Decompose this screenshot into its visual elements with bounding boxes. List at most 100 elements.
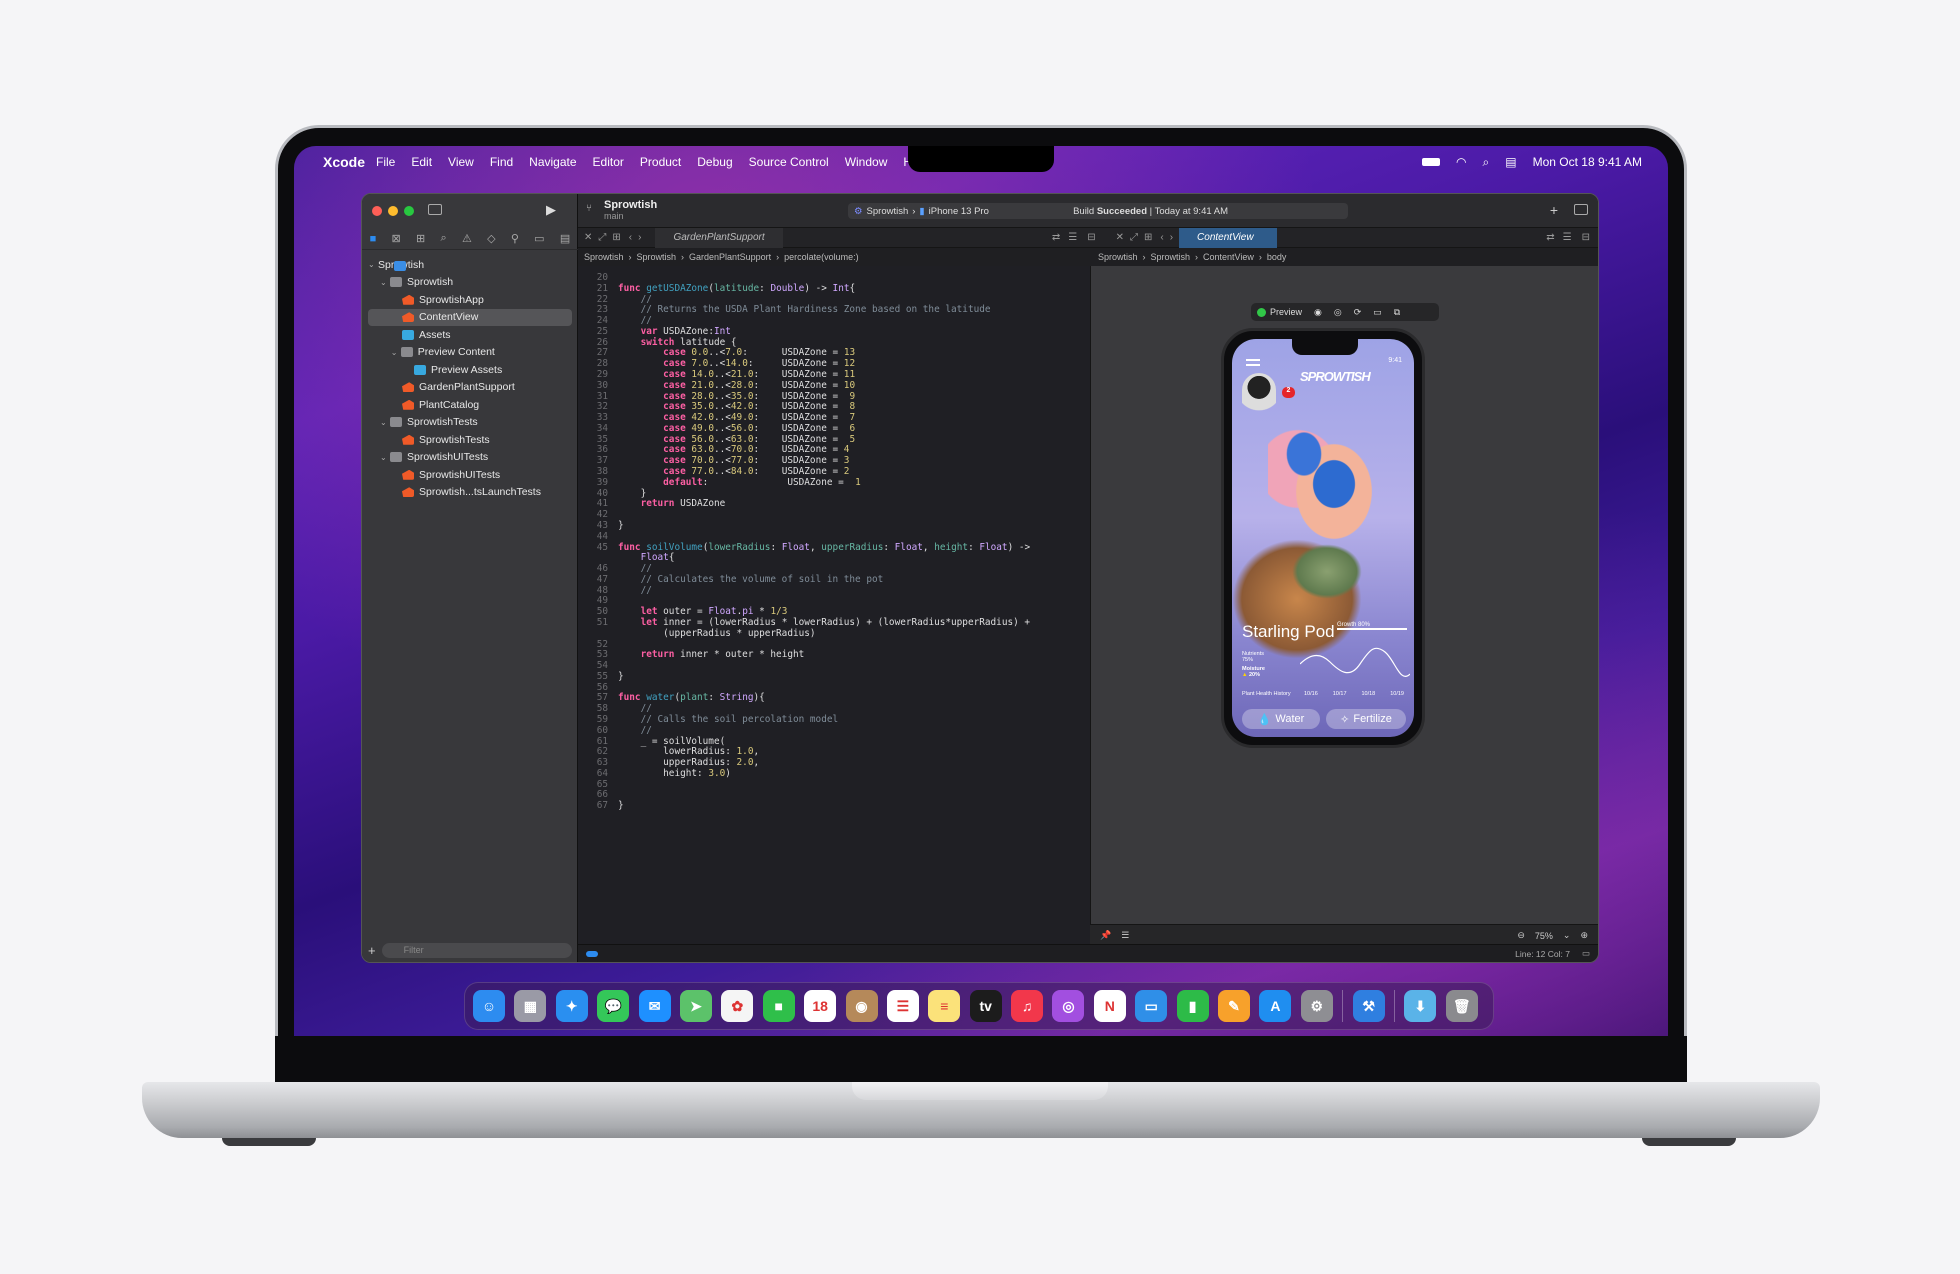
back-icon[interactable]: ‹	[629, 232, 632, 243]
folder-icon[interactable]: ■	[370, 233, 377, 245]
hamburger-menu-icon[interactable]	[1246, 359, 1260, 366]
dock-keynote-icon[interactable]: ▭	[1135, 990, 1168, 1022]
breadcrumb-item[interactable]: Sprowtish	[1098, 252, 1138, 262]
code-line[interactable]: // Returns the USDA Plant Hardiness Zone…	[618, 304, 991, 315]
dock-xcode-icon[interactable]: ⚒	[1352, 990, 1385, 1022]
fertilize-button[interactable]: ✧ Fertilize	[1326, 709, 1406, 729]
minimap-icon[interactable]: ☰	[1068, 232, 1077, 243]
menu-view[interactable]: View	[448, 155, 474, 169]
debug-icon[interactable]: ⚲	[511, 232, 519, 245]
code-line[interactable]: (upperRadius * upperRadius)	[618, 628, 815, 639]
code-line[interactable]: upperRadius: 2.0,	[618, 757, 759, 768]
dock-downloads-icon[interactable]: ⬇	[1404, 990, 1437, 1022]
file-tree-item[interactable]: SprowtishApp	[368, 291, 572, 309]
breakpoint-icon[interactable]: ▭	[534, 232, 544, 245]
code-line[interactable]: //	[618, 585, 652, 596]
add-icon[interactable]: +	[368, 943, 376, 958]
code-line[interactable]: func getUSDAZone(latitude: Double) -> In…	[618, 283, 855, 294]
tab-content-view[interactable]: ContentView	[1179, 227, 1278, 248]
code-line[interactable]: let inner = (lowerRadius * lowerRadius) …	[618, 617, 1030, 628]
code-line[interactable]: _ = soilVolume(	[618, 736, 726, 747]
code-line[interactable]: //	[618, 563, 652, 574]
dock-pages-icon[interactable]: ✎	[1218, 990, 1251, 1022]
code-editor[interactable]: 20 21 func getUSDAZone(latitude: Double) -…	[578, 266, 1090, 946]
tab-garden-plant-support[interactable]: GardenPlantSupport	[655, 227, 783, 248]
report-icon[interactable]: ▤	[560, 232, 570, 245]
code-line[interactable]: case 63.0..<70.0: USDAZone = 4	[618, 444, 849, 455]
file-tree-item[interactable]: PlantCatalog	[368, 396, 572, 414]
source-control-icon[interactable]: ⊠	[392, 232, 401, 245]
code-line[interactable]: default: USDAZone = 1	[618, 477, 861, 488]
activity-view[interactable]: ⚙ Sprowtish › ▮ iPhone 13 Pro Build Succe…	[848, 203, 1348, 219]
dock-notes-icon[interactable]: ≡	[928, 990, 961, 1022]
dock-calendar-icon[interactable]: 18	[804, 990, 837, 1022]
preview-label[interactable]: Preview	[1270, 307, 1302, 317]
disclosure-icon[interactable]: ⌄	[391, 348, 401, 357]
duplicate-icon[interactable]: ⧉	[1394, 307, 1400, 318]
expand-icon[interactable]: ⤢	[598, 232, 606, 243]
play-icon[interactable]: ◉	[1314, 307, 1322, 318]
file-tree-item[interactable]: Preview Assets	[368, 361, 572, 379]
find-icon[interactable]: ⌕	[441, 232, 447, 245]
grid-icon[interactable]: ⊞	[612, 232, 620, 243]
minimize-window-button[interactable]	[388, 206, 398, 216]
menu-edit[interactable]: Edit	[411, 155, 432, 169]
code-line[interactable]: }	[618, 671, 624, 682]
dock-mail-icon[interactable]: ✉	[638, 990, 671, 1022]
clock-text[interactable]: Mon Oct 18 9:41 AM	[1533, 155, 1642, 169]
split-icon[interactable]: ⊟	[1087, 232, 1095, 243]
dock-tv-icon[interactable]: tv	[969, 990, 1002, 1022]
code-line[interactable]: case 49.0..<56.0: USDAZone = 6	[618, 423, 855, 434]
refresh-icon[interactable]: ⇄	[1052, 232, 1060, 243]
back-icon[interactable]: ‹	[1160, 232, 1163, 243]
rotate-icon[interactable]: ⟳	[1354, 307, 1362, 318]
code-line[interactable]: //	[618, 703, 652, 714]
code-line[interactable]: let outer = Float.pi * 1/3	[618, 606, 788, 617]
code-line[interactable]: //	[618, 294, 652, 305]
symbol-icon[interactable]: ⊞	[416, 232, 425, 245]
menu-app-name[interactable]: Xcode	[323, 146, 365, 178]
project-title[interactable]: Sprowtish main	[604, 199, 657, 221]
breadcrumb-item[interactable]: Sprowtish	[1151, 252, 1191, 262]
warning-icon[interactable]: ⚠	[462, 232, 472, 245]
zoom-window-button[interactable]	[404, 206, 414, 216]
file-tree-item[interactable]: ⌄Sprowtish	[368, 274, 572, 292]
dock-trash-icon[interactable]: 🗑	[1445, 990, 1478, 1022]
dock-reminders-icon[interactable]: ☰	[886, 990, 919, 1022]
code-line[interactable]: func water(plant: String){	[618, 692, 765, 703]
file-tree-item[interactable]: SprowtishUITests	[368, 466, 572, 484]
file-tree-item[interactable]: ⌄Sprowtish	[368, 256, 572, 274]
menu-window[interactable]: Window	[845, 155, 888, 169]
code-line[interactable]: func soilVolume(lowerRadius: Float, uppe…	[618, 542, 1030, 553]
file-tree-item[interactable]: Sprowtish...tsLaunchTests	[368, 484, 572, 502]
dock-system-preferences-icon[interactable]: ⚙	[1300, 990, 1333, 1022]
zoom-out-icon[interactable]: ⊖	[1517, 930, 1525, 941]
code-line[interactable]: //	[618, 315, 652, 326]
disclosure-icon[interactable]: ⌄	[380, 453, 390, 462]
menu-editor[interactable]: Editor	[593, 155, 624, 169]
water-button[interactable]: 💧 Water	[1242, 709, 1320, 729]
disclosure-icon[interactable]: ⌄	[380, 418, 390, 427]
code-line[interactable]: //	[618, 725, 652, 736]
zoom-level[interactable]: 75%	[1535, 931, 1553, 941]
control-center-icon[interactable]: ▤	[1505, 155, 1516, 169]
code-line[interactable]: // Calls the soil percolation model	[618, 714, 839, 725]
code-line[interactable]: }	[618, 520, 624, 531]
close-editor-icon[interactable]: ✕	[1116, 232, 1124, 243]
chevron-down-icon[interactable]: ⌄	[1563, 930, 1571, 941]
dock-facetime-icon[interactable]: ■	[762, 990, 795, 1022]
code-line[interactable]: return inner * outer * height	[618, 649, 805, 660]
filter-input[interactable]: Filter	[381, 942, 572, 958]
run-button[interactable]: ▶	[546, 202, 556, 218]
forward-icon[interactable]: ›	[1170, 232, 1173, 243]
breadcrumb-item[interactable]: body	[1267, 252, 1287, 262]
forward-icon[interactable]: ›	[638, 232, 641, 243]
wifi-icon[interactable]: ◠	[1456, 155, 1466, 169]
code-line[interactable]: lowerRadius: 1.0,	[618, 746, 759, 757]
inspect-icon[interactable]: ◎	[1334, 307, 1342, 318]
dock-safari-icon[interactable]: ✦	[555, 990, 588, 1022]
file-tree-item[interactable]: GardenPlantSupport	[368, 379, 572, 397]
variants-icon[interactable]: ☰	[1121, 930, 1129, 941]
device-name[interactable]: iPhone 13 Pro	[929, 206, 989, 217]
menu-debug[interactable]: Debug	[697, 155, 732, 169]
